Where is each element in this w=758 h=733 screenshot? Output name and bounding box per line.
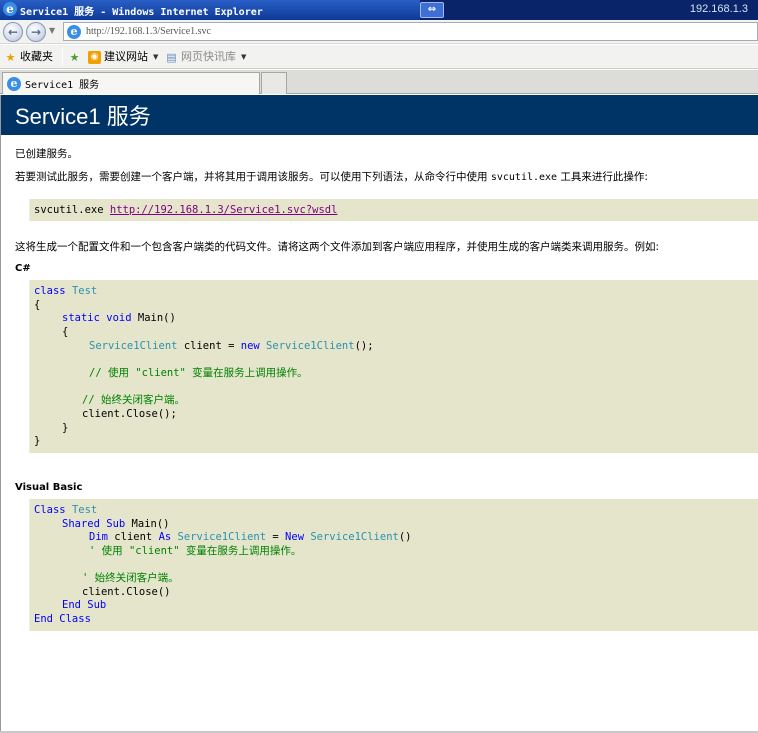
address-toolbar: ← → ▼ e http://192.168.1.3/Service1.svc (0, 20, 758, 44)
code-line: Dim client As Service1Client = New Servi… (89, 531, 412, 543)
instruction-text: 若要测试此服务，需要创建一个客户端，并将其用于调用该服务。可以使用下列语法，从命… (15, 169, 648, 184)
code-line: Class Test (34, 504, 98, 516)
vb-code-box: Class Test Shared Sub Main() Dim client … (29, 499, 758, 631)
window-title: Service1 服务 - Windows Internet Explorer (20, 7, 263, 18)
favorites-button[interactable]: ★ 收藏夹 (4, 49, 53, 65)
add-favorite-button[interactable]: ★ (68, 49, 81, 65)
suggested-sites-button[interactable]: ◉ 建议网站 ▼ (88, 49, 158, 65)
address-url[interactable]: http://192.168.1.3/Service1.svc (86, 26, 211, 37)
tab-page-icon: e (7, 76, 21, 91)
code-line: static void Main() (62, 312, 176, 324)
csharp-label: C# (15, 263, 31, 274)
code-line: { (62, 326, 69, 338)
code-line: } (34, 435, 41, 447)
code-line: client.Close() (82, 586, 171, 598)
forward-icon[interactable]: → (26, 22, 46, 42)
svcutil-command-box: svcutil.exe http://192.168.1.3/Service1.… (29, 199, 758, 221)
remote-host-label: 192.168.1.3 (689, 3, 748, 15)
svcutil-command-text: svcutil.exe (34, 204, 104, 216)
history-dropdown-icon[interactable]: ▼ (49, 26, 55, 35)
vb-label: Visual Basic (15, 482, 83, 493)
code-line: Service1Client client = new Service1Clie… (89, 340, 374, 352)
suggested-sites-icon: ◉ (88, 50, 101, 64)
code-comment: ' 始终关闭客户端。 (82, 572, 179, 584)
code-line: client.Close(); (82, 408, 177, 420)
instruction-prefix: 若要测试此服务，需要创建一个客户端，并将其用于调用该服务。可以使用下列语法，从命… (15, 171, 488, 183)
instruction-suffix: 工具来进行此操作: (560, 171, 648, 183)
wsdl-link[interactable]: http://192.168.1.3/Service1.svc?wsdl (110, 204, 338, 216)
tab-service1[interactable]: e Service1 服务 (2, 72, 260, 94)
tab-bar: e Service1 服务 (0, 70, 758, 94)
web-slice-icon: ▤ (166, 50, 177, 64)
address-input[interactable]: e http://192.168.1.3/Service1.svc (63, 22, 758, 41)
tab-label: Service1 服务 (25, 80, 100, 91)
svcutil-command: svcutil.exe http://192.168.1.3/Service1.… (34, 204, 337, 217)
generate-description: 这将生成一个配置文件和一个包含客户端类的代码文件。请将这两个文件添加到客户端应用… (15, 241, 660, 253)
code-line: { (34, 299, 41, 311)
window-title-bar: e Service1 服务 - Windows Internet Explore… (0, 0, 758, 20)
web-slice-label: 网页快讯库 (181, 50, 236, 63)
code-comment: // 使用 "client" 变量在服务上调用操作。 (89, 367, 308, 379)
csharp-code-box: class Test { static void Main() { Servic… (29, 280, 758, 453)
code-line: End Sub (62, 599, 107, 611)
chevron-down-icon: ▼ (241, 53, 247, 61)
code-line: } (62, 422, 69, 434)
remote-session-pin-button[interactable]: ⇔ (420, 2, 444, 18)
code-line: class Test (34, 285, 98, 297)
favorites-separator (62, 48, 63, 66)
page-content: Service1 服务 已创建服务。 若要测试此服务，需要创建一个客户端，并将其… (0, 95, 758, 733)
new-tab-button[interactable] (261, 72, 287, 94)
web-slice-gallery-button[interactable]: ▤ 网页快讯库 ▼ (165, 49, 246, 65)
code-comment: ' 使用 "client" 变量在服务上调用操作。 (89, 545, 302, 557)
add-favorite-icon: ★ (69, 50, 80, 64)
page-icon: e (67, 25, 81, 39)
service-created-text: 已创建服务。 (15, 148, 78, 160)
title-bar-active-area: e Service1 服务 - Windows Internet Explore… (0, 0, 420, 20)
code-line: End Class (34, 613, 91, 625)
instruction-tool: svcutil.exe (490, 172, 558, 183)
favorites-star-icon: ★ (5, 50, 16, 64)
back-icon[interactable]: ← (3, 22, 23, 42)
chevron-down-icon: ▼ (153, 53, 159, 61)
favorites-label: 收藏夹 (20, 50, 53, 63)
code-comment: // 始终关闭客户端。 (82, 394, 185, 406)
code-line: Shared Sub Main() (62, 518, 170, 530)
ie-logo-icon: e (3, 2, 17, 16)
suggested-sites-label: 建议网站 (104, 50, 148, 63)
favorites-bar: ★ 收藏夹 ★ ◉ 建议网站 ▼ ▤ 网页快讯库 ▼ (0, 45, 758, 69)
page-title: Service1 服务 (1, 95, 758, 135)
